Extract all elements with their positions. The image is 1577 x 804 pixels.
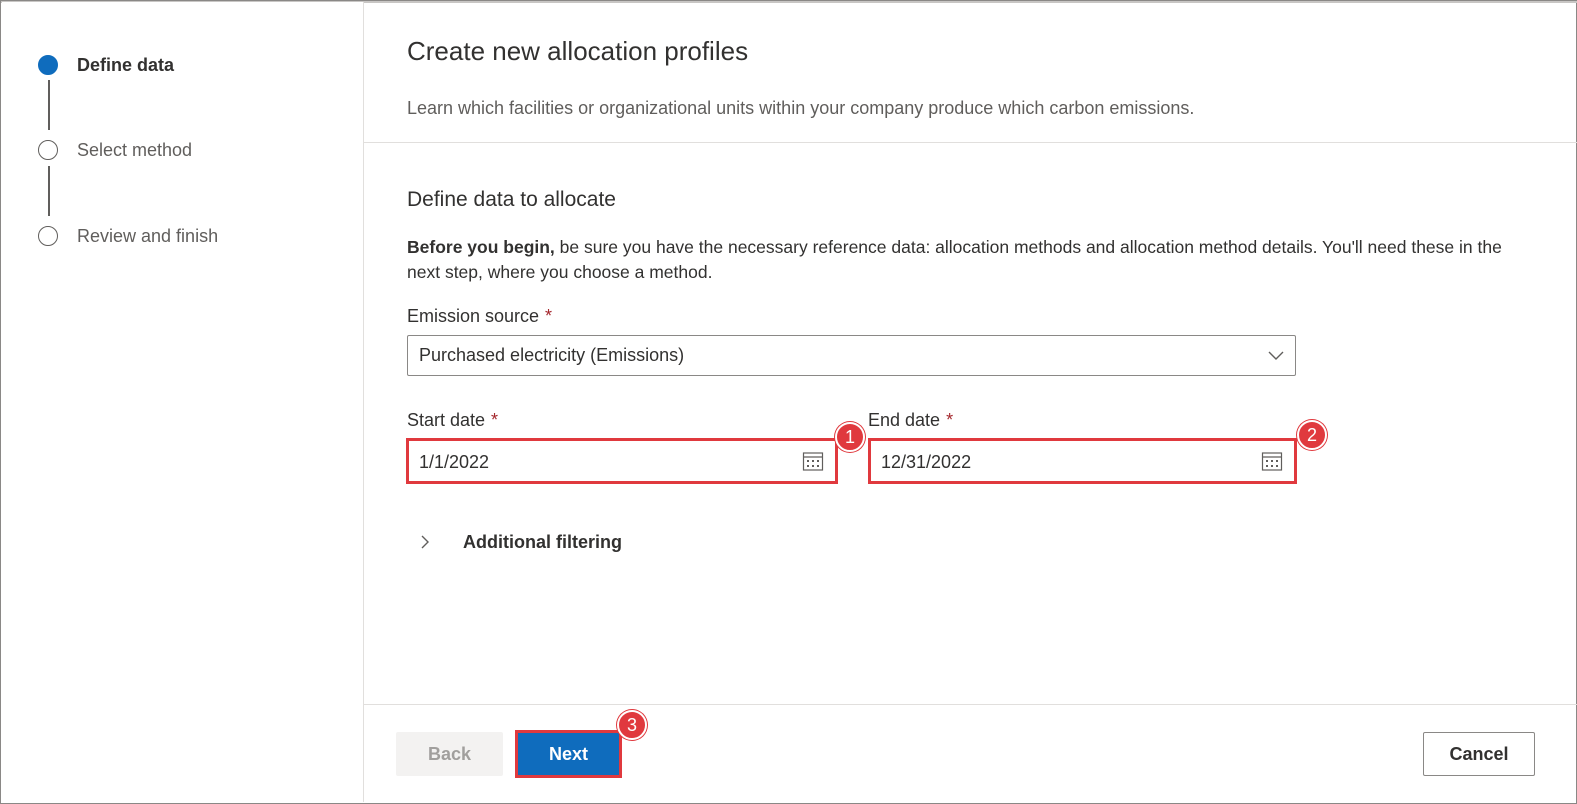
step-label: Define data — [77, 54, 175, 75]
chevron-down-icon — [1268, 351, 1284, 360]
date-value: 1/1/2022 — [419, 452, 490, 472]
app-window: Define data Select method Review and fin… — [0, 0, 1577, 804]
start-date-input[interactable]: 1/1/2022 — [406, 438, 838, 484]
highlight-box — [515, 730, 622, 778]
chevron-right-icon — [421, 535, 429, 549]
step-connector — [48, 80, 50, 130]
required-mark: * — [491, 410, 499, 430]
emission-source-dropdown[interactable]: Purchased electricity (Emissions) — [407, 335, 1296, 376]
page-header: Create new allocation profiles Learn whi… — [364, 2, 1577, 143]
description-text: be sure you have the necessary reference… — [407, 237, 1502, 282]
calendar-icon[interactable] — [802, 450, 824, 472]
emission-source-label: Emission source * — [407, 306, 552, 327]
step-define-data[interactable]: Define data — [38, 53, 174, 77]
field-label-text: Emission source — [407, 306, 540, 326]
page-title: Create new allocation profiles — [407, 36, 749, 66]
required-mark: * — [545, 306, 553, 326]
step-badge-1: 1 — [835, 422, 865, 452]
step-label: Select method — [77, 139, 193, 160]
dropdown-value: Purchased electricity (Emissions) — [419, 345, 685, 365]
step-badge-2: 2 — [1297, 420, 1327, 450]
step-active-indicator-icon — [38, 55, 58, 75]
section-title: Define data to allocate — [407, 188, 616, 211]
step-badge-3: 3 — [617, 710, 647, 740]
step-select-method[interactable]: Select method — [38, 138, 192, 162]
step-indicator-icon — [38, 140, 58, 160]
wizard-steps-sidebar: Define data Select method Review and fin… — [2, 2, 364, 802]
page-subtitle: Learn which facilities or organizational… — [407, 98, 1195, 118]
required-mark: * — [946, 410, 954, 430]
step-label: Review and finish — [77, 225, 219, 246]
additional-filtering-toggle[interactable]: Additional filtering — [407, 527, 622, 557]
step-connector — [48, 166, 50, 216]
end-date-input[interactable]: 12/31/2022 — [868, 438, 1297, 484]
end-date-label: End date * — [868, 410, 953, 431]
footer-bar: Back Next 3 Cancel — [364, 704, 1577, 803]
section-description: Before you begin, be sure you have the n… — [407, 235, 1537, 285]
back-button[interactable]: Back — [396, 732, 503, 776]
step-review-and-finish[interactable]: Review and finish — [38, 224, 218, 248]
calendar-icon[interactable] — [1261, 450, 1283, 472]
additional-filtering-label: Additional filtering — [463, 531, 622, 552]
start-date-label: Start date * — [407, 410, 498, 431]
date-value: 12/31/2022 — [881, 452, 972, 472]
cancel-button[interactable]: Cancel — [1423, 732, 1535, 776]
step-indicator-icon — [38, 226, 58, 246]
description-bold: Before you begin, — [407, 237, 555, 257]
next-button[interactable]: Next — [515, 730, 622, 778]
field-label-text: Start date — [407, 410, 486, 430]
field-label-text: End date — [868, 410, 941, 430]
